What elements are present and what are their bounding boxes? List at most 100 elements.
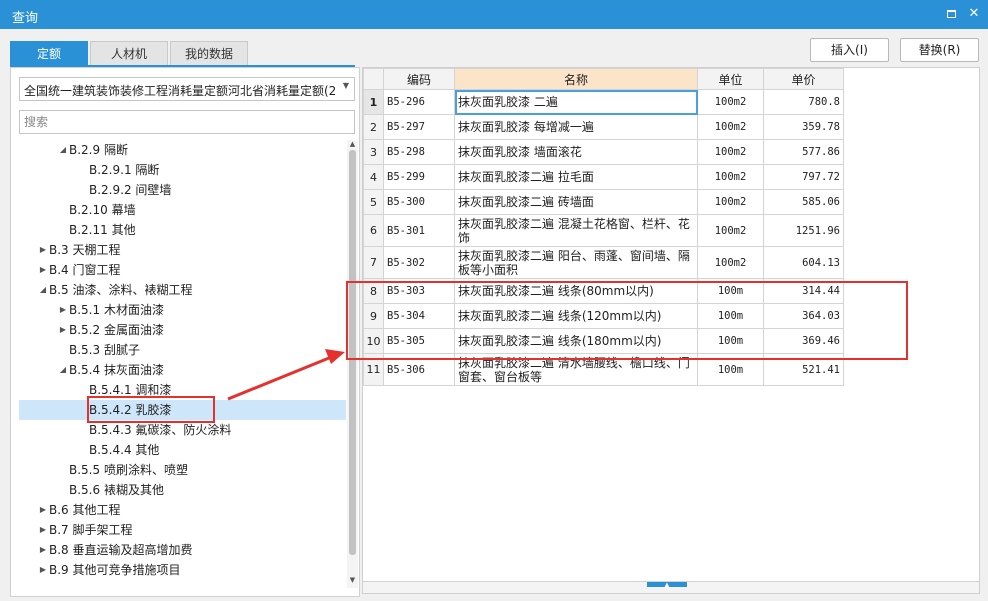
table-row[interactable]: 5 B5-300 抹灰面乳胶漆二遍 砖墙面 100m2 585.06	[363, 189, 844, 215]
tree-item[interactable]: ▶ B.5.1 木材面油漆	[19, 300, 346, 320]
cell-unit[interactable]: 100m2	[697, 164, 764, 190]
column-header-price[interactable]: 单价	[763, 68, 844, 90]
column-header-name[interactable]: 名称	[454, 68, 698, 90]
tab-labor-material-machine[interactable]: 人材机	[90, 41, 168, 66]
tree-item[interactable]: ◢ B.5.4 抹灰面油漆	[19, 360, 346, 380]
cell-name[interactable]: 抹灰面乳胶漆二遍 阳台、雨蓬、窗间墙、隔板等小面积	[454, 246, 698, 279]
cell-unit[interactable]: 100m2	[697, 189, 764, 215]
cell-price[interactable]: 314.44	[763, 278, 844, 304]
cell-name[interactable]: 抹灰面乳胶漆二遍 混凝土花格窗、栏杆、花饰	[454, 214, 698, 247]
tree-item[interactable]: B.5.4.3 氟碳漆、防火涂料	[19, 420, 346, 440]
chevron-down-icon[interactable]: ▼	[343, 81, 349, 90]
cell-price[interactable]: 780.8	[763, 89, 844, 115]
tree-item[interactable]: ▶ B.9 其他可竞争措施项目	[19, 560, 346, 580]
cell-code[interactable]: B5-305	[383, 328, 455, 354]
tree-item[interactable]: ▶ B.6 其他工程	[19, 500, 346, 520]
cell-code[interactable]: B5-296	[383, 89, 455, 115]
cell-unit[interactable]: 100m	[697, 278, 764, 304]
scrollbar-thumb[interactable]	[349, 150, 356, 555]
table-row[interactable]: 6 B5-301 抹灰面乳胶漆二遍 混凝土花格窗、栏杆、花饰 100m2 1251.96	[363, 214, 844, 247]
tree-item[interactable]: B.2.9.2 间壁墙	[19, 180, 346, 200]
replace-button[interactable]: 替换(R)	[900, 38, 979, 62]
tree-item[interactable]: ▶ B.4 门窗工程	[19, 260, 346, 280]
cell-unit[interactable]: 100m2	[697, 139, 764, 165]
cell-price[interactable]: 585.06	[763, 189, 844, 215]
tree-item[interactable]: B.2.9.1 隔断	[19, 160, 346, 180]
tree-item[interactable]: ▶ B.7 脚手架工程	[19, 520, 346, 540]
expand-icon[interactable]: ▶	[37, 240, 49, 260]
cell-name[interactable]: 抹灰面乳胶漆二遍 线条(80mm以内)	[454, 278, 698, 304]
cell-code[interactable]: B5-306	[383, 353, 455, 386]
expand-icon[interactable]: ▶	[37, 260, 49, 280]
table-row[interactable]: 8 B5-303 抹灰面乳胶漆二遍 线条(80mm以内) 100m 314.44	[363, 278, 844, 304]
cell-name[interactable]: 抹灰面乳胶漆 每增减一遍	[454, 114, 698, 140]
cell-price[interactable]: 364.03	[763, 303, 844, 329]
table-row[interactable]: 10 B5-305 抹灰面乳胶漆二遍 线条(180mm以内) 100m 369.46	[363, 328, 844, 354]
tree-item[interactable]: ▶ B.8 垂直运输及超高增加费	[19, 540, 346, 560]
cell-price[interactable]: 369.46	[763, 328, 844, 354]
cell-unit[interactable]: 100m2	[697, 89, 764, 115]
cell-name[interactable]: 抹灰面乳胶漆二遍 拉毛面	[454, 164, 698, 190]
quota-library-select[interactable]: 全国统一建筑装饰装修工程消耗量定额河北省消耗量定额(2012) ▼	[19, 77, 355, 101]
cell-unit[interactable]: 100m	[697, 328, 764, 354]
cell-unit[interactable]: 100m2	[697, 246, 764, 279]
tree-item[interactable]: B.5.5 喷刷涂料、喷塑	[19, 460, 346, 480]
cell-code[interactable]: B5-300	[383, 189, 455, 215]
cell-name[interactable]: 抹灰面乳胶漆二遍 线条(180mm以内)	[454, 328, 698, 354]
cell-price[interactable]: 577.86	[763, 139, 844, 165]
expand-icon[interactable]: ▶	[37, 540, 49, 560]
table-row[interactable]: 1 B5-296 抹灰面乳胶漆 二遍 100m2 780.8	[363, 89, 844, 115]
expand-icon[interactable]: ▶	[37, 520, 49, 540]
table-row[interactable]: 3 B5-298 抹灰面乳胶漆 墙面滚花 100m2 577.86	[363, 139, 844, 165]
tree-item[interactable]: ◢ B.5 油漆、涂料、裱糊工程	[19, 280, 346, 300]
cell-price[interactable]: 1251.96	[763, 214, 844, 247]
tree-item[interactable]: B.2.11 其他	[19, 220, 346, 240]
tree-item[interactable]: B.2.10 幕墙	[19, 200, 346, 220]
cell-price[interactable]: 797.72	[763, 164, 844, 190]
collapse-handle-icon[interactable]: ▲	[647, 582, 687, 589]
table-row[interactable]: 2 B5-297 抹灰面乳胶漆 每增减一遍 100m2 359.78	[363, 114, 844, 140]
cell-name[interactable]: 抹灰面乳胶漆 墙面滚花	[454, 139, 698, 165]
tree-item[interactable]: B.5.3 刮腻子	[19, 340, 346, 360]
scroll-up-icon[interactable]: ▲	[347, 140, 358, 148]
cell-code[interactable]: B5-302	[383, 246, 455, 279]
expand-icon[interactable]: ▶	[57, 320, 69, 340]
table-row[interactable]: 9 B5-304 抹灰面乳胶漆二遍 线条(120mm以内) 100m 364.03	[363, 303, 844, 329]
table-row[interactable]: 4 B5-299 抹灰面乳胶漆二遍 拉毛面 100m2 797.72	[363, 164, 844, 190]
tree-item[interactable]: B.5.6 裱糊及其他	[19, 480, 346, 500]
cell-code[interactable]: B5-304	[383, 303, 455, 329]
column-header-unit[interactable]: 单位	[697, 68, 764, 90]
cell-unit[interactable]: 100m	[697, 303, 764, 329]
cell-code[interactable]: B5-303	[383, 278, 455, 304]
cell-code[interactable]: B5-301	[383, 214, 455, 247]
collapse-icon[interactable]: ◢	[57, 360, 69, 380]
cell-unit[interactable]: 100m	[697, 353, 764, 386]
restore-icon[interactable]	[941, 4, 961, 24]
close-icon[interactable]: ✕	[964, 4, 984, 24]
cell-price[interactable]: 604.13	[763, 246, 844, 279]
cell-name[interactable]: 抹灰面乳胶漆二遍 清水墙腰线、檐口线、门窗套、窗台板等	[454, 353, 698, 386]
cell-code[interactable]: B5-298	[383, 139, 455, 165]
expand-icon[interactable]: ▶	[37, 560, 49, 580]
tab-quota[interactable]: 定额	[10, 41, 88, 66]
tree-item[interactable]: ▶ B.3 天棚工程	[19, 240, 346, 260]
table-row[interactable]: 11 B5-306 抹灰面乳胶漆二遍 清水墙腰线、檐口线、门窗套、窗台板等 100m 5…	[363, 353, 844, 386]
tree-item[interactable]: B.5.4.4 其他	[19, 440, 346, 460]
tab-my-data[interactable]: 我的数据	[170, 41, 248, 66]
cell-price[interactable]: 521.41	[763, 353, 844, 386]
expand-icon[interactable]: ▶	[57, 300, 69, 320]
cell-price[interactable]: 359.78	[763, 114, 844, 140]
scroll-down-icon[interactable]: ▼	[347, 576, 358, 584]
tree-scrollbar[interactable]: ▲ ▼	[347, 140, 358, 588]
tree-item[interactable]: B.5.4.2 乳胶漆	[19, 400, 346, 420]
cell-name[interactable]: 抹灰面乳胶漆二遍 砖墙面	[454, 189, 698, 215]
expand-icon[interactable]: ▶	[37, 500, 49, 520]
cell-name[interactable]: 抹灰面乳胶漆二遍 线条(120mm以内)	[454, 303, 698, 329]
column-header-code[interactable]: 编码	[383, 68, 455, 90]
search-input[interactable]	[19, 110, 355, 134]
table-row[interactable]: 7 B5-302 抹灰面乳胶漆二遍 阳台、雨蓬、窗间墙、隔板等小面积 100m2 604…	[363, 246, 844, 279]
tree-item[interactable]: B.5.4.1 调和漆	[19, 380, 346, 400]
cell-code[interactable]: B5-297	[383, 114, 455, 140]
collapse-icon[interactable]: ◢	[37, 280, 49, 300]
insert-button[interactable]: 插入(I)	[810, 38, 889, 62]
